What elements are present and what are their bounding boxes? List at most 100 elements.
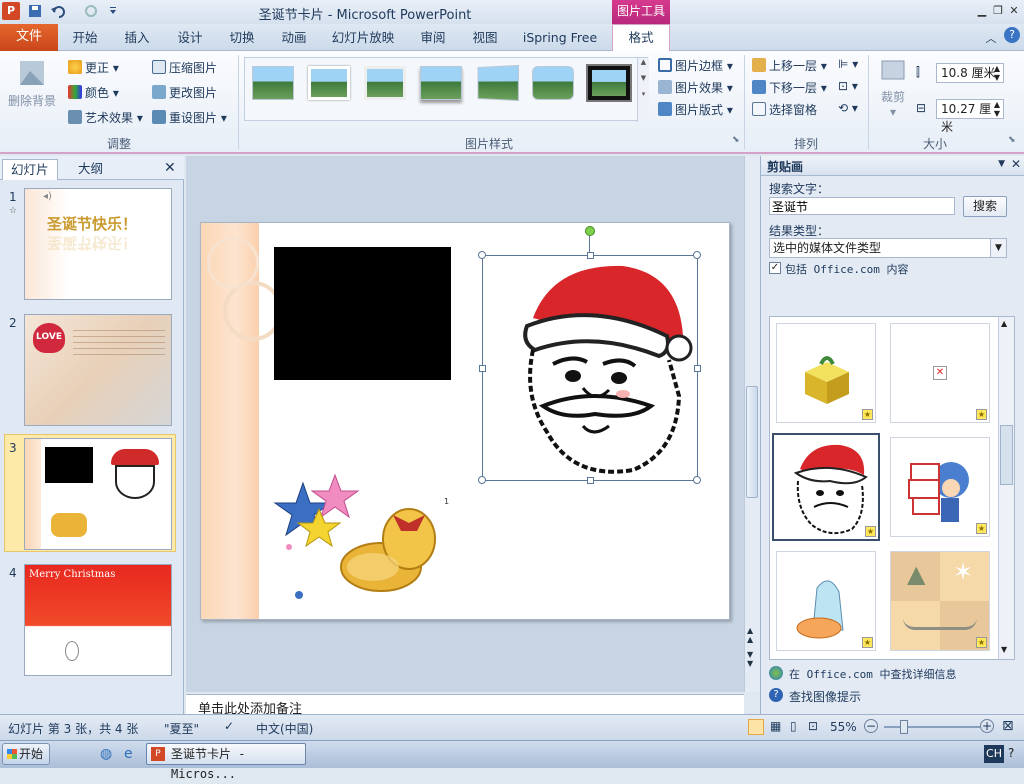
- slide-thumbnail-4[interactable]: Merry Christmas: [24, 564, 172, 676]
- pane-options-icon[interactable]: ▼: [998, 159, 1005, 169]
- tab-home[interactable]: 开始: [70, 27, 100, 51]
- spellcheck-icon[interactable]: ✓: [224, 719, 234, 733]
- image-tips-link[interactable]: 查找图像提示: [789, 688, 861, 705]
- reading-view-icon[interactable]: ▯: [790, 719, 797, 733]
- normal-view-icon[interactable]: [748, 719, 764, 735]
- fit-to-window-icon[interactable]: ⊠: [1002, 718, 1014, 734]
- scroll-up-icon[interactable]: ▲: [1001, 319, 1007, 328]
- spinner-arrows[interactable]: ▲ ▼: [994, 100, 1000, 118]
- tab-ispring[interactable]: iSpring Free: [522, 27, 598, 51]
- color-button[interactable]: 颜色 ▾: [68, 84, 119, 101]
- resize-handle[interactable]: [587, 477, 594, 484]
- clip-item-missing[interactable]: ✕ ★: [890, 323, 990, 423]
- corrections-button[interactable]: 更正 ▾: [68, 59, 119, 76]
- resize-handle[interactable]: [693, 476, 701, 484]
- theme-status[interactable]: "夏至": [164, 720, 199, 737]
- clip-item-pattern[interactable]: ▲ ✶ ★: [890, 551, 990, 651]
- ime-indicator[interactable]: CH: [984, 745, 1004, 763]
- tab-view[interactable]: 视图: [470, 27, 500, 51]
- zoom-slider[interactable]: [884, 726, 980, 728]
- tab-review[interactable]: 审阅: [418, 27, 448, 51]
- file-tab[interactable]: 文件: [0, 24, 58, 51]
- picture-layout-button[interactable]: 图片版式 ▾: [658, 101, 733, 118]
- slideshow-icon[interactable]: ⊡: [808, 719, 818, 733]
- slide-3[interactable]: 1: [200, 222, 730, 620]
- crop-button[interactable]: 裁剪 ▾: [874, 55, 912, 119]
- resize-handle[interactable]: [694, 365, 701, 372]
- stars-gift-clipart[interactable]: [273, 471, 443, 611]
- tab-outline[interactable]: 大纲: [70, 159, 111, 180]
- tab-insert[interactable]: 插入: [122, 27, 152, 51]
- black-rectangle-placeholder[interactable]: [274, 247, 451, 380]
- picture-effects-button[interactable]: 图片效果 ▾: [658, 79, 733, 96]
- picture-styles-gallery[interactable]: ▲ ▼ ▾: [244, 57, 649, 122]
- next-slide-icon[interactable]: ▼ ▼: [747, 650, 753, 668]
- language-status[interactable]: 中文(中国): [256, 720, 313, 737]
- style-thumb[interactable]: [586, 64, 632, 102]
- close-icon[interactable]: ✕: [1006, 3, 1022, 19]
- zoom-level[interactable]: 55%: [830, 720, 857, 734]
- style-thumb[interactable]: [532, 66, 574, 100]
- style-thumb[interactable]: [364, 66, 406, 100]
- chevron-down-icon[interactable]: ▼: [990, 239, 1006, 257]
- santa-picture-selected[interactable]: [478, 226, 701, 484]
- height-spinner[interactable]: 10.8 厘米 ▲ ▼: [936, 63, 1004, 83]
- collapse-ribbon-icon[interactable]: ︿: [984, 28, 998, 52]
- dialog-launcher-icon[interactable]: ⬊: [1008, 135, 1016, 145]
- gallery-scroll[interactable]: ▲ ▼ ▾: [637, 58, 649, 122]
- send-backward-button[interactable]: 下移一层 ▾: [752, 79, 827, 96]
- clip-item-gifts-boy[interactable]: ★: [890, 437, 990, 537]
- notes-pane[interactable]: 单击此处添加备注: [186, 694, 744, 714]
- clip-item-gift[interactable]: ★: [776, 323, 876, 423]
- scrollbar-thumb[interactable]: [746, 386, 758, 498]
- change-picture-button[interactable]: 更改图片: [152, 84, 217, 101]
- tab-slides[interactable]: 幻灯片: [2, 159, 58, 180]
- clip-item-santa-selected[interactable]: ★: [772, 433, 880, 541]
- reset-picture-button[interactable]: 重设图片 ▾: [152, 109, 227, 126]
- spinner-arrows[interactable]: ▲ ▼: [994, 64, 1000, 82]
- clip-search-input[interactable]: [769, 197, 955, 215]
- close-icon[interactable]: ✕: [1011, 157, 1021, 171]
- rotation-handle[interactable]: [585, 226, 595, 236]
- slide-sorter-icon[interactable]: ▦: [770, 719, 781, 733]
- remove-background-button[interactable]: 删除背景: [6, 57, 58, 109]
- selection-pane-button[interactable]: 选择窗格: [752, 101, 817, 118]
- close-icon[interactable]: ✕: [156, 159, 184, 180]
- start-button[interactable]: 开始: [2, 743, 50, 765]
- resize-handle[interactable]: [478, 251, 486, 259]
- show-desktop-icon[interactable]: ◍: [100, 746, 112, 762]
- width-spinner[interactable]: 10.27 厘米 ▲ ▼: [936, 99, 1004, 134]
- taskbar-task-powerpoint[interactable]: P 圣诞节卡片 - Micros...: [146, 743, 306, 781]
- bring-forward-button[interactable]: 上移一层 ▾: [752, 57, 827, 74]
- resize-handle[interactable]: [478, 476, 486, 484]
- tab-format[interactable]: 格式: [612, 24, 670, 52]
- resize-handle[interactable]: [693, 251, 701, 259]
- compress-pictures-button[interactable]: 压缩图片: [152, 59, 217, 76]
- clip-results-list[interactable]: ★ ✕ ★ ★ ★ ★ ▲ ✶ ★ ▲ ▼: [769, 316, 1015, 660]
- zoom-out-icon[interactable]: −: [864, 719, 878, 733]
- rotate-icon[interactable]: ⟲ ▾: [838, 101, 858, 115]
- scrollbar-thumb[interactable]: [1000, 425, 1013, 485]
- help-icon[interactable]: ?: [1004, 27, 1020, 43]
- ime-help-icon[interactable]: ?: [1008, 746, 1014, 760]
- zoom-in-icon[interactable]: +: [980, 719, 994, 733]
- results-scrollbar[interactable]: ▲ ▼: [998, 317, 1014, 659]
- result-type-select[interactable]: 选中的媒体文件类型 ▼: [769, 238, 1007, 258]
- group-icon[interactable]: ⊡ ▾: [838, 79, 858, 93]
- browser-icon[interactable]: e: [124, 746, 133, 762]
- search-button[interactable]: 搜索: [963, 196, 1007, 217]
- tab-design[interactable]: 设计: [175, 27, 205, 51]
- restore-icon[interactable]: ❐: [990, 3, 1006, 19]
- style-thumb[interactable]: [252, 66, 294, 100]
- prev-slide-icon[interactable]: ▲ ▲: [747, 626, 753, 644]
- tab-slideshow[interactable]: 幻灯片放映: [330, 27, 396, 51]
- slide-thumbnail-1[interactable]: 圣诞节快乐！ 圣诞节快乐！ ◂): [24, 188, 172, 300]
- align-icon[interactable]: ⊫ ▾: [838, 57, 858, 71]
- slide-thumbnail-3[interactable]: [24, 438, 172, 550]
- dialog-launcher-icon[interactable]: ⬊: [732, 135, 740, 145]
- style-thumb[interactable]: [308, 66, 350, 100]
- style-thumb[interactable]: [477, 64, 520, 102]
- include-office-checkbox[interactable]: ✓: [769, 262, 781, 274]
- resize-handle[interactable]: [479, 365, 486, 372]
- tab-transitions[interactable]: 切换: [227, 27, 257, 51]
